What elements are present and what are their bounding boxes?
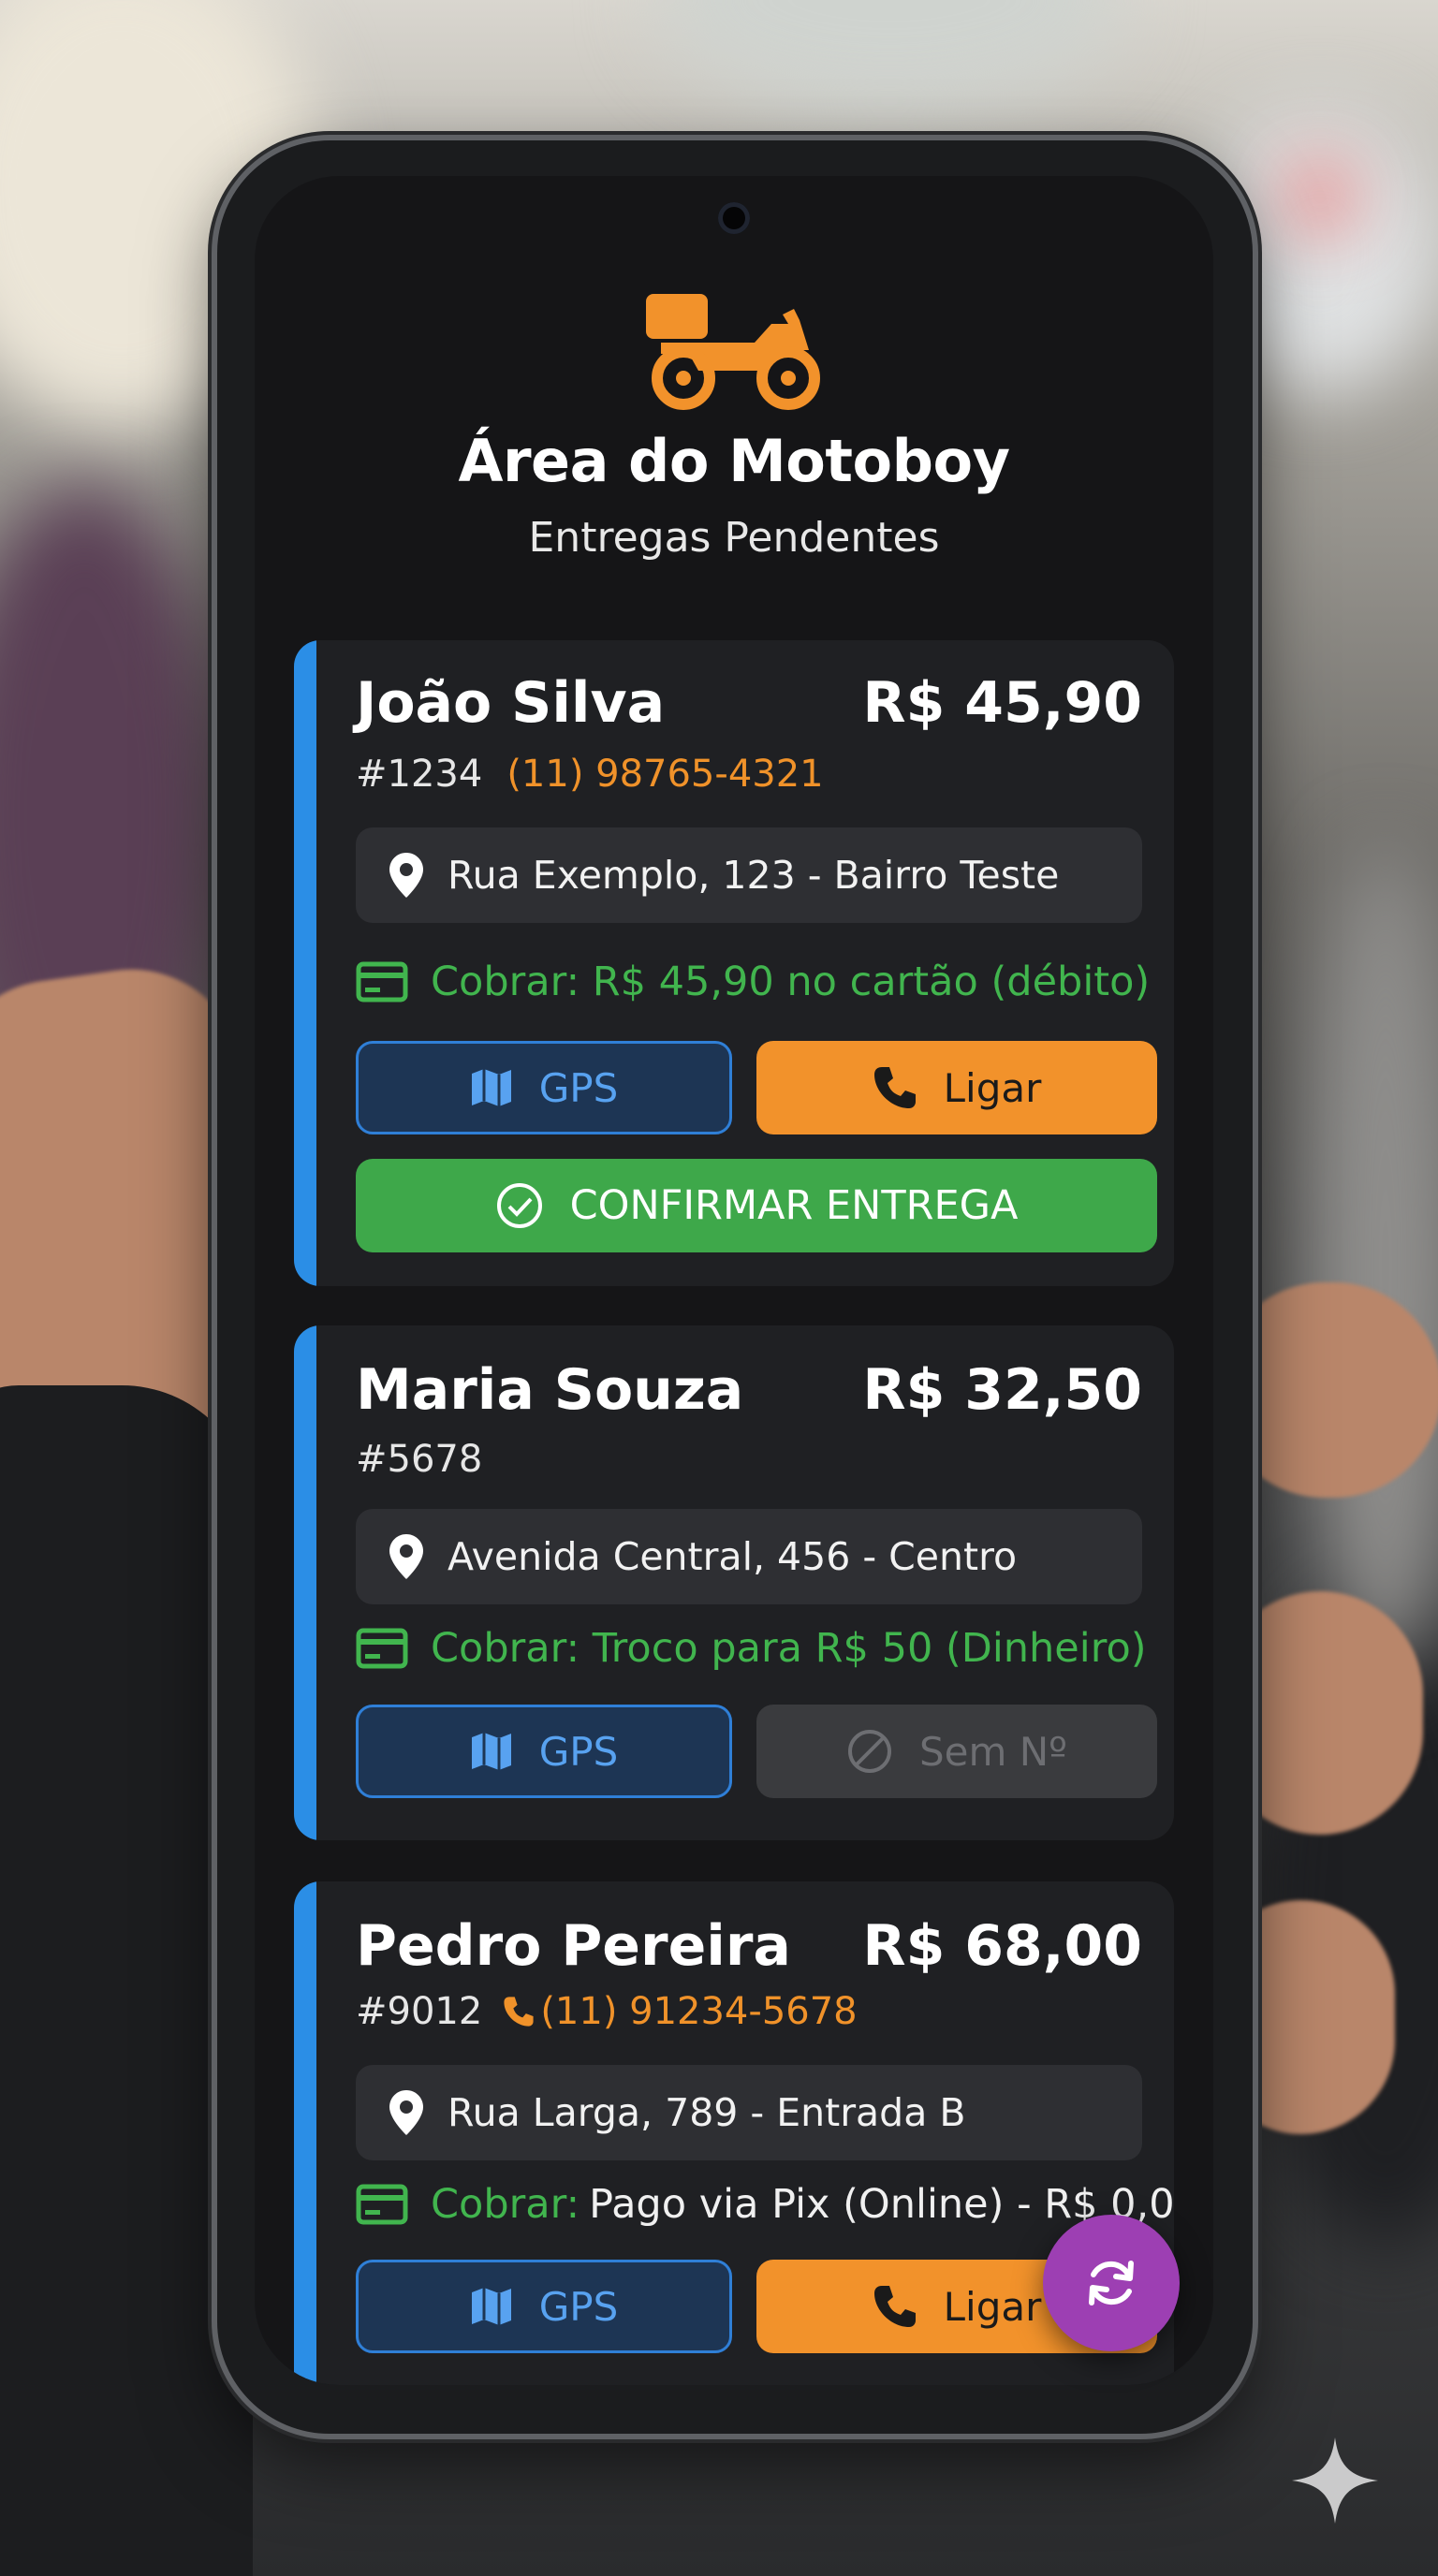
order-meta: #1234 (11) 98765-4321 bbox=[356, 753, 824, 796]
delivery-card: Maria Souza R$ 32,50 #5678 Avenida Centr… bbox=[294, 1325, 1174, 1840]
gps-button-label: GPS bbox=[538, 2283, 619, 2330]
location-pin-icon bbox=[389, 2090, 423, 2135]
credit-card-icon bbox=[356, 1628, 408, 1669]
customer-phone: (11) 91234-5678 bbox=[540, 1990, 858, 2033]
map-icon bbox=[471, 1069, 511, 1106]
blocked-icon bbox=[848, 1730, 891, 1773]
card-accent-bar bbox=[294, 1325, 316, 1840]
call-button-label: Ligar bbox=[943, 2283, 1042, 2330]
payment-info: Cobrar: Troco para R$ 50 (Dinheiro) bbox=[356, 1625, 1147, 1672]
order-id: #5678 bbox=[356, 1438, 483, 1481]
delivery-price: R$ 32,50 bbox=[862, 1357, 1142, 1423]
location-pin-icon bbox=[389, 1534, 423, 1579]
payment-label: Cobrar: Troco para R$ 50 (Dinheiro) bbox=[431, 1625, 1147, 1672]
delivery-card: João Silva R$ 45,90 #1234 (11) 98765-4321… bbox=[294, 640, 1174, 1286]
card-accent-bar bbox=[294, 640, 316, 1286]
address-box: Avenida Central, 456 - Centro bbox=[356, 1509, 1142, 1604]
refresh-icon bbox=[1089, 2261, 1134, 2305]
customer-phone-link[interactable]: (11) 91234-5678 bbox=[503, 1990, 858, 2033]
no-phone-label: Sem Nº bbox=[919, 1728, 1067, 1775]
map-icon bbox=[471, 2288, 511, 2325]
no-phone-button[interactable]: Sem Nº bbox=[756, 1705, 1157, 1798]
address-text: Avenida Central, 456 - Centro bbox=[448, 1534, 1018, 1579]
address-box: Rua Larga, 789 - Entrada B bbox=[356, 2065, 1142, 2160]
page-subtitle: Entregas Pendentes bbox=[528, 514, 940, 562]
sparkle-watermark-icon bbox=[1292, 2437, 1378, 2524]
address-box: Rua Exemplo, 123 - Bairro Teste bbox=[356, 827, 1142, 923]
order-meta: #9012 (11) 91234-5678 bbox=[356, 1990, 858, 2033]
refresh-button[interactable] bbox=[1043, 2215, 1180, 2351]
customer-name: Maria Souza bbox=[356, 1357, 744, 1423]
payment-label: Cobrar: bbox=[431, 2181, 580, 2228]
gps-button[interactable]: GPS bbox=[356, 1041, 732, 1134]
address-text: Rua Exemplo, 123 - Bairro Teste bbox=[448, 853, 1060, 898]
credit-card-icon bbox=[356, 2184, 408, 2225]
payment-info: Cobrar: Pago via Pix (Online) - R$ 0,00 bbox=[356, 2181, 1174, 2228]
confirm-button-label: CONFIRMAR ENTREGA bbox=[569, 1182, 1019, 1229]
front-camera bbox=[718, 202, 750, 234]
gps-button[interactable]: GPS bbox=[356, 1705, 732, 1798]
customer-name: Pedro Pereira bbox=[356, 1913, 791, 1979]
customer-name: João Silva bbox=[356, 670, 666, 736]
confirm-delivery-button[interactable]: CONFIRMAR ENTREGA bbox=[356, 1159, 1157, 1252]
delivery-card: Pedro Pereira R$ 68,00 #9012 (11) 91234-5… bbox=[294, 1881, 1174, 2385]
card-accent-bar bbox=[294, 1881, 316, 2385]
credit-card-icon bbox=[356, 961, 408, 1003]
motorcycle-icon bbox=[646, 294, 820, 410]
app-header: Área do Motoboy Entregas Pendentes bbox=[255, 288, 1213, 562]
map-icon bbox=[471, 1733, 511, 1770]
delivery-price: R$ 68,00 bbox=[862, 1913, 1142, 1979]
order-meta: #5678 bbox=[356, 1438, 482, 1481]
gps-button[interactable]: GPS bbox=[356, 2260, 732, 2353]
phone-icon bbox=[873, 2286, 916, 2327]
customer-phone-link[interactable]: (11) 98765-4321 bbox=[506, 753, 823, 796]
payment-label: Cobrar: R$ 45,90 no cartão (débito) bbox=[431, 959, 1151, 1005]
phone-icon bbox=[873, 1067, 916, 1108]
order-id: #1234 bbox=[356, 753, 483, 796]
payment-info: Cobrar: R$ 45,90 no cartão (débito) bbox=[356, 959, 1150, 1005]
call-button[interactable]: Ligar bbox=[756, 1041, 1157, 1134]
delivery-price: R$ 45,90 bbox=[862, 670, 1142, 736]
gps-button-label: GPS bbox=[538, 1064, 619, 1111]
location-pin-icon bbox=[389, 853, 423, 898]
gps-button-label: GPS bbox=[538, 1728, 619, 1775]
phone-screen: Área do Motoboy Entregas Pendentes João … bbox=[255, 176, 1213, 2385]
call-button-label: Ligar bbox=[943, 1064, 1042, 1111]
phone-icon bbox=[504, 1997, 534, 2027]
order-id: #9012 bbox=[356, 1990, 483, 2033]
address-text: Rua Larga, 789 - Entrada B bbox=[448, 2090, 966, 2135]
check-circle-icon bbox=[496, 1183, 542, 1228]
page-title: Área do Motoboy bbox=[458, 427, 1010, 495]
